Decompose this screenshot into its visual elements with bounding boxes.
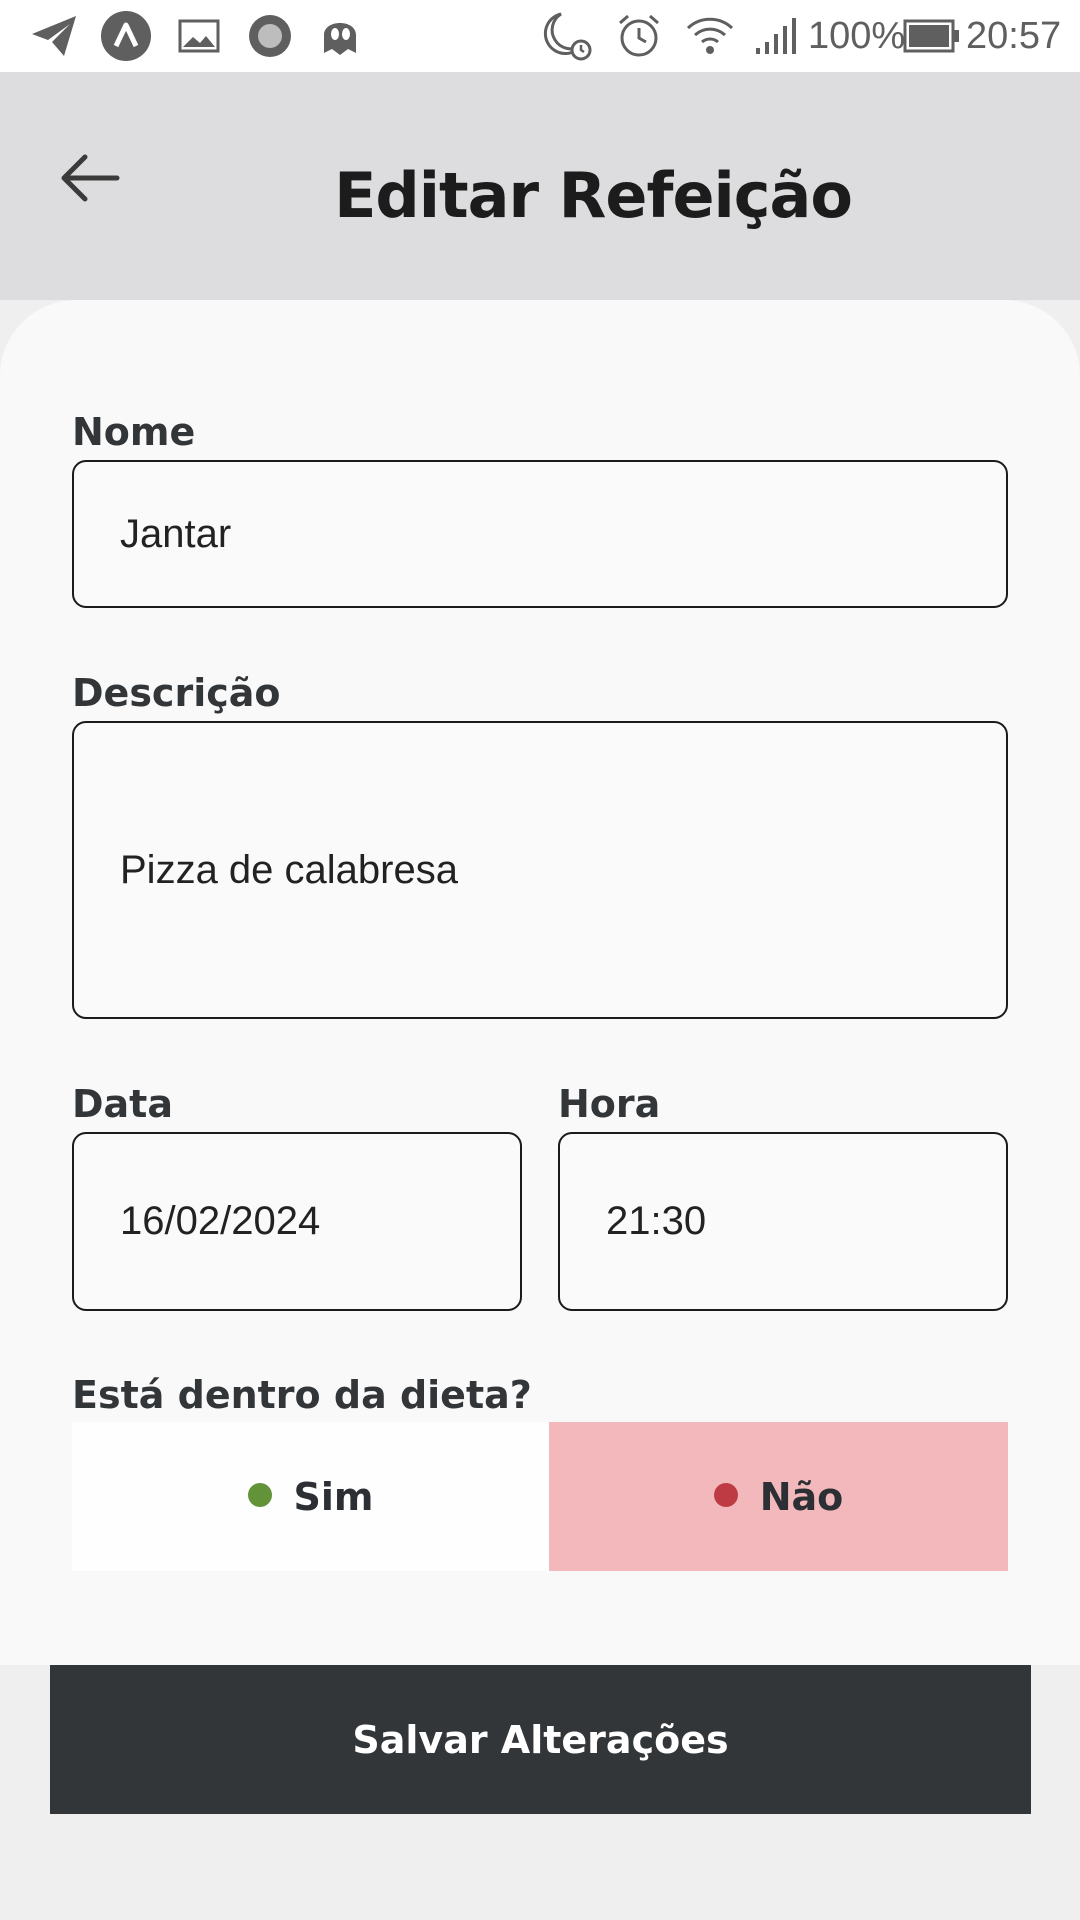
time-input-value: 21:30: [606, 1199, 707, 1243]
cell-signal-icon: [752, 0, 800, 72]
diet-yes-option[interactable]: Sim: [72, 1422, 549, 1571]
battery-percent: 100%: [808, 15, 906, 57]
save-changes-label: Salvar Alterações: [352, 1717, 729, 1762]
do-not-disturb-icon: [538, 0, 594, 72]
telegram-icon: [28, 0, 80, 72]
name-label: Nome: [72, 410, 196, 454]
clock: 20:57: [966, 15, 1062, 57]
ghost-icon: [318, 0, 362, 72]
description-input-value: Pizza de calabresa: [120, 847, 458, 892]
diet-no-label: Não: [759, 1474, 844, 1519]
alarm-icon: [614, 0, 664, 72]
diet-no-option[interactable]: Não: [549, 1422, 1008, 1571]
save-changes-button[interactable]: Salvar Alterações: [50, 1665, 1031, 1814]
name-input-value: Jantar: [120, 511, 232, 556]
date-input-value: 16/02/2024: [120, 1199, 321, 1243]
time-label: Hora: [558, 1082, 661, 1126]
circle-app-icon: [246, 0, 294, 72]
name-input[interactable]: Jantar: [72, 460, 1008, 608]
battery-icon: [902, 0, 962, 72]
time-input[interactable]: 21:30: [558, 1132, 1008, 1311]
description-label: Descrição: [72, 671, 281, 715]
date-label: Data: [72, 1082, 173, 1126]
gallery-icon: [176, 0, 222, 72]
page-title: Editar Refeição: [334, 159, 853, 232]
diet-yes-label: Sim: [293, 1474, 374, 1519]
app-launcher-icon: [98, 0, 154, 72]
description-input[interactable]: Pizza de calabresa: [72, 721, 1008, 1019]
status-bar: 100% 20:57: [0, 0, 1080, 72]
diet-question-label: Está dentro da dieta?: [72, 1373, 532, 1417]
date-input[interactable]: 16/02/2024: [72, 1132, 522, 1311]
green-dot-icon: [247, 1482, 272, 1507]
red-dot-icon: [713, 1482, 738, 1507]
wifi-icon: [684, 0, 736, 72]
